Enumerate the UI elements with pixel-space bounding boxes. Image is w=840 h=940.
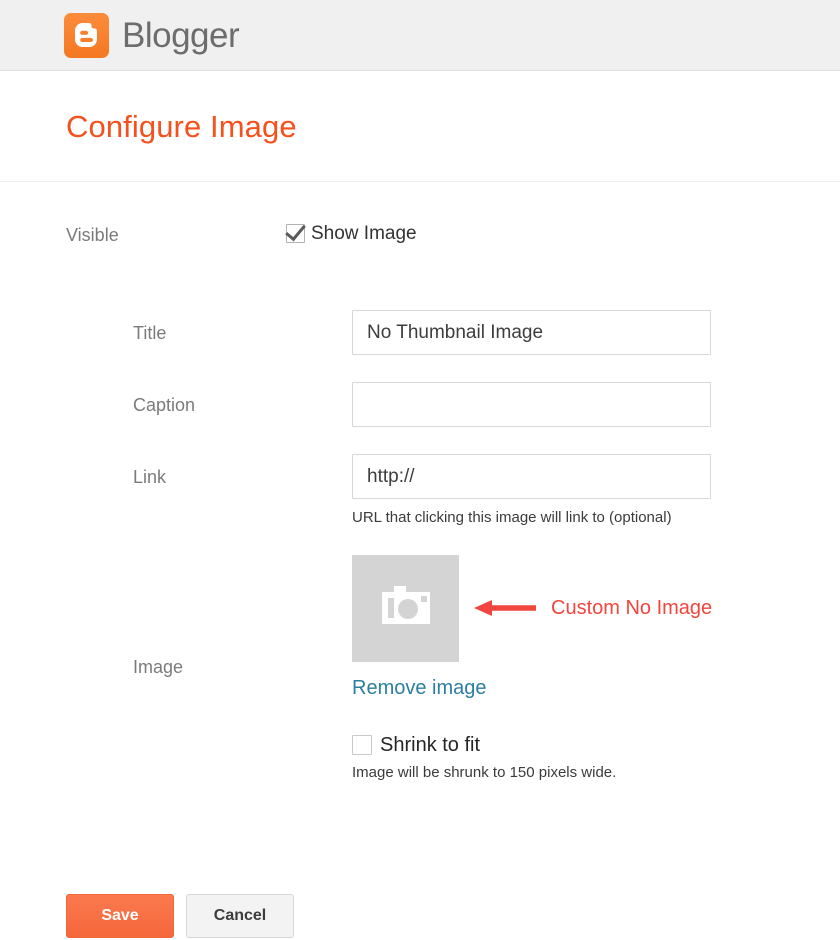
title-label: Title xyxy=(133,323,167,343)
image-label: Image xyxy=(133,657,184,677)
link-field: URL that clicking this image will link t… xyxy=(352,454,711,528)
left-arrow-icon xyxy=(474,600,536,616)
caption-label: Caption xyxy=(133,395,196,415)
title-divider xyxy=(0,181,840,182)
annotation-callout: Custom No Image xyxy=(474,597,712,620)
brand-name: Blogger xyxy=(122,15,240,55)
image-row: Image Custom No Image Remove image Shrin… xyxy=(133,554,840,781)
shrink-to-fit-checkbox[interactable] xyxy=(352,734,372,755)
link-row: Link URL that clicking this image will l… xyxy=(133,454,840,528)
save-button[interactable]: Save xyxy=(66,894,174,938)
visible-label: Visible xyxy=(66,225,119,245)
link-help-text: URL that clicking this image will link t… xyxy=(352,509,672,526)
cancel-button[interactable]: Cancel xyxy=(186,894,294,938)
image-thumbnail[interactable] xyxy=(352,554,459,662)
show-image-checkbox[interactable] xyxy=(286,224,305,243)
show-image-checkbox-row[interactable]: Show Image xyxy=(286,224,840,243)
configure-image-form: Visible Show Image Title Caption Link xyxy=(0,190,840,781)
app-header: Blogger xyxy=(0,0,840,71)
title-input[interactable] xyxy=(352,310,711,355)
visible-row: Visible Show Image xyxy=(0,224,840,246)
visible-field: Show Image xyxy=(286,224,840,243)
caption-input[interactable] xyxy=(352,382,711,427)
caption-row: Caption xyxy=(133,382,840,427)
remove-image-link[interactable]: Remove image xyxy=(352,677,487,700)
field-rows: Title Caption Link URL that clicking thi… xyxy=(0,246,840,781)
image-field: Custom No Image Remove image Shrink to f… xyxy=(352,554,712,781)
title-field xyxy=(352,310,711,355)
image-preview-block: Custom No Image Remove image Shrink to f… xyxy=(352,554,712,781)
caption-field xyxy=(352,382,711,427)
page-title: Configure Image xyxy=(66,109,297,144)
link-input[interactable] xyxy=(352,454,711,499)
blogger-logo[interactable]: Blogger xyxy=(64,12,240,58)
shrink-to-fit-label: Shrink to fit xyxy=(380,733,481,756)
shrink-help-text: Image will be shrunk to 150 pixels wide. xyxy=(352,763,617,781)
title-row: Title xyxy=(133,310,840,355)
camera-icon xyxy=(381,586,430,624)
link-label: Link xyxy=(133,467,167,487)
show-image-label: Show Image xyxy=(311,223,417,244)
annotation-text: Custom No Image xyxy=(551,596,713,619)
blogger-logo-icon xyxy=(64,12,109,58)
shrink-to-fit-block: Shrink to fit Image will be shrunk to 15… xyxy=(352,733,711,781)
form-actions: Save Cancel xyxy=(66,894,294,938)
shrink-to-fit-row[interactable]: Shrink to fit xyxy=(352,733,711,756)
